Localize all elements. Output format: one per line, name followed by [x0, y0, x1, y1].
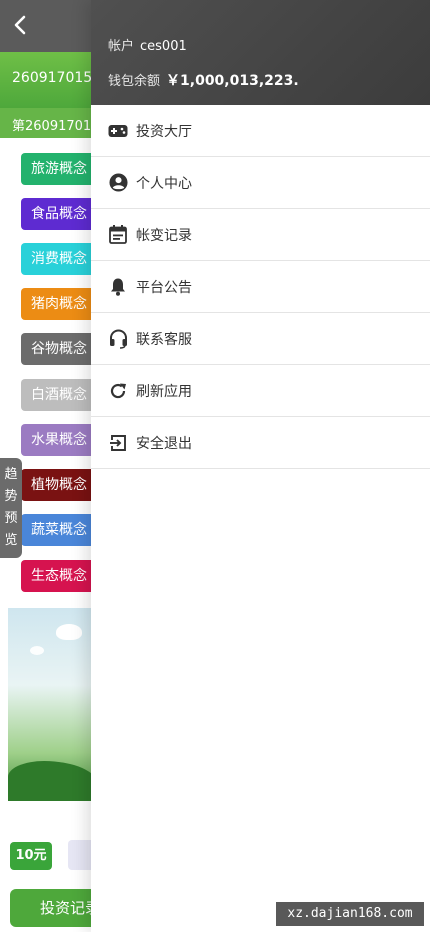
chevron-left-icon — [14, 15, 26, 35]
bell-icon — [108, 277, 128, 297]
trend-tab-char: 趋 — [4, 467, 18, 482]
trees-shape — [8, 761, 98, 801]
menu-item-label: 刷新应用 — [136, 383, 192, 400]
category-button-plant[interactable]: 植物概念 — [21, 469, 101, 501]
back-button[interactable] — [8, 12, 34, 38]
trend-tab-char: 势 — [4, 489, 18, 504]
category-button-consumer[interactable]: 消费概念 — [21, 243, 101, 275]
category-button-grain[interactable]: 谷物概念 — [21, 333, 101, 365]
side-drawer: 帐户 ces001 钱包余额 ￥1,000,013,223. 投资大厅 个人中心… — [91, 0, 430, 932]
drawer-header: 帐户 ces001 钱包余额 ￥1,000,013,223. — [91, 0, 430, 105]
gamepad-icon — [108, 121, 128, 141]
category-button-vegetable[interactable]: 蔬菜概念 — [21, 514, 101, 546]
calendar-icon — [108, 225, 128, 245]
user-circle-icon — [108, 173, 128, 193]
category-button-ecology[interactable]: 生态概念 — [21, 560, 101, 592]
promo-image — [8, 608, 98, 801]
account-row: 帐户 ces001 — [108, 35, 187, 54]
menu-item-label: 帐变记录 — [136, 227, 192, 244]
category-button-food[interactable]: 食品概念 — [21, 198, 101, 230]
balance-row: 钱包余额 ￥1,000,013,223. — [108, 70, 299, 90]
menu-item-announcements[interactable]: 平台公告 — [91, 261, 430, 313]
menu-item-refresh-app[interactable]: 刷新应用 — [91, 365, 430, 417]
account-label: 帐户 — [108, 39, 135, 54]
refresh-icon — [108, 381, 128, 401]
account-value: ces001 — [140, 39, 187, 54]
balance-label: 钱包余额 — [108, 74, 161, 89]
menu-item-label: 个人中心 — [136, 175, 192, 192]
category-button-tourism[interactable]: 旅游概念 — [21, 153, 101, 185]
drawer-menu: 投资大厅 个人中心 帐变记录 平台公告 联系客服 刷新应用 安全退出 — [91, 105, 430, 469]
dove-shape — [30, 646, 44, 655]
price-tag[interactable]: 10元 — [10, 842, 52, 870]
menu-item-account-changes[interactable]: 帐变记录 — [91, 209, 430, 261]
menu-item-label: 安全退出 — [136, 435, 192, 452]
logout-icon — [108, 433, 128, 453]
menu-item-label: 平台公告 — [136, 279, 192, 296]
trend-preview-tab[interactable]: 趋 势 预 览 — [0, 458, 22, 558]
balance-value: ￥1,000,013,223. — [166, 73, 299, 89]
category-button-fruit[interactable]: 水果概念 — [21, 424, 101, 456]
trend-tab-char: 预 — [4, 511, 18, 526]
watermark: xz.dajian168.com — [276, 902, 424, 926]
dove-shape — [56, 624, 82, 640]
trend-tab-char: 览 — [4, 533, 18, 548]
menu-item-logout[interactable]: 安全退出 — [91, 417, 430, 469]
menu-item-label: 联系客服 — [136, 331, 192, 348]
category-button-liquor[interactable]: 白酒概念 — [21, 379, 101, 411]
headset-icon — [108, 328, 128, 349]
menu-item-customer-service[interactable]: 联系客服 — [91, 313, 430, 365]
category-button-pork[interactable]: 猪肉概念 — [21, 288, 101, 320]
menu-item-investment-hall[interactable]: 投资大厅 — [91, 105, 430, 157]
menu-item-label: 投资大厅 — [136, 123, 192, 140]
menu-item-personal-center[interactable]: 个人中心 — [91, 157, 430, 209]
